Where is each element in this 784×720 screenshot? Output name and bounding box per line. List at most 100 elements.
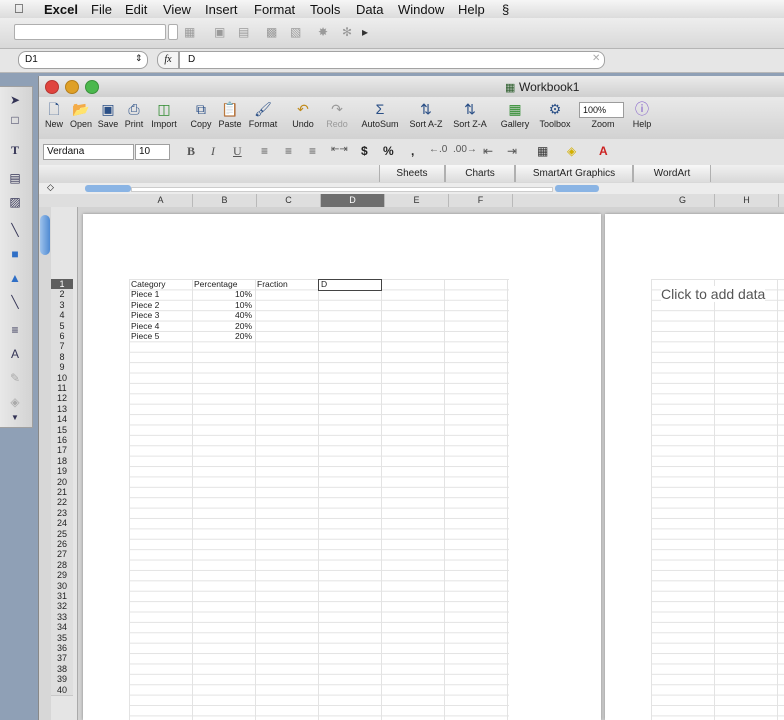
picture-icon[interactable]: ▨	[6, 195, 24, 209]
columns-icon[interactable]: ▧	[290, 25, 301, 39]
cell-d1[interactable]: D	[321, 279, 377, 289]
menu-view[interactable]: View	[163, 2, 191, 17]
grid-icon[interactable]: ▦	[184, 25, 195, 39]
font-name-dropdown[interactable]: Verdana	[43, 144, 134, 160]
shapes-tool-icon[interactable]: ▲	[6, 271, 24, 285]
border-icon[interactable]: ▣	[214, 25, 225, 39]
new-button[interactable]: 🗋 New	[41, 99, 67, 129]
help-button[interactable]: ⓘ Help	[629, 99, 655, 129]
app-menu[interactable]: Excel	[44, 2, 78, 17]
formula-input[interactable]: D ✕	[179, 51, 605, 69]
align-right-icon[interactable]: ≡	[309, 144, 316, 158]
fill-color-icon[interactable]: ◈	[567, 144, 576, 158]
more-arrow-icon[interactable]: ▸	[362, 25, 368, 39]
table-icon[interactable]: ▤	[238, 25, 249, 39]
toolbox-button[interactable]: ⚙ Toolbox	[535, 99, 575, 129]
increase-decimal-icon[interactable]: ←.0	[429, 144, 447, 155]
cell-b6[interactable]: 20%	[194, 331, 252, 341]
cell-b5[interactable]: 20%	[194, 321, 252, 331]
tab-smartart[interactable]: SmartArt Graphics	[515, 165, 633, 182]
gallery-button[interactable]: ▦ Gallery	[497, 99, 533, 129]
ruler-toggle-icon[interactable]: ◇	[47, 182, 54, 193]
cell-grid-page-2[interactable]	[651, 279, 784, 720]
ruler-margin-left[interactable]	[85, 185, 131, 192]
fill-tool-icon[interactable]: ◈	[6, 395, 24, 409]
click-to-add-data-placeholder[interactable]: Click to add data	[661, 286, 766, 302]
line-style-icon[interactable]: ≡	[6, 323, 24, 337]
cell-a4[interactable]: Piece 3	[131, 310, 191, 320]
bold-icon[interactable]: B	[187, 144, 195, 159]
zoom-dropdown[interactable]: 100%	[579, 102, 624, 118]
cell-b1[interactable]: Percentage	[194, 279, 254, 289]
cell-a3[interactable]: Piece 2	[131, 300, 191, 310]
font-color-icon[interactable]: A	[599, 144, 608, 158]
connector-tool-icon[interactable]: ╲	[6, 295, 24, 309]
font-size-dropdown[interactable]: 10	[135, 144, 170, 160]
sort-descending-button[interactable]: ⇅ Sort Z-A	[449, 99, 491, 129]
comma-style-icon[interactable]: ,	[411, 144, 414, 158]
clear-formula-icon[interactable]: ✕	[592, 53, 600, 64]
open-button[interactable]: 📂 Open	[67, 99, 95, 129]
column-header-d[interactable]: D	[321, 194, 385, 207]
tab-charts[interactable]: Charts	[445, 165, 515, 182]
style-dropdown[interactable]	[14, 24, 166, 40]
percent-icon[interactable]: %	[383, 144, 394, 158]
chevron-updown-icon[interactable]: ⇕	[135, 53, 143, 64]
increase-indent-icon[interactable]: ⇥	[507, 144, 517, 158]
column-header-e[interactable]: E	[385, 194, 449, 207]
pencil-tool-icon[interactable]: ✎	[6, 371, 24, 385]
format-painter-button[interactable]: 🖌 Format	[245, 99, 281, 129]
name-box[interactable]: D1 ⇕	[18, 51, 148, 69]
print-button[interactable]: ⎙ Print	[121, 99, 147, 129]
underline-icon[interactable]: U	[233, 144, 242, 159]
column-header-a[interactable]: A	[129, 194, 193, 207]
ruler-margin-right[interactable]	[555, 185, 599, 192]
text-box-icon[interactable]: T	[6, 143, 24, 157]
sort-ascending-button[interactable]: ⇅ Sort A-Z	[405, 99, 447, 129]
undo-button[interactable]: ↶ Undo	[287, 99, 319, 129]
menu-help[interactable]: Help	[458, 2, 485, 17]
column-header-b[interactable]: B	[193, 194, 257, 207]
cell-c1[interactable]: Fraction	[257, 279, 317, 289]
cell-a5[interactable]: Piece 4	[131, 321, 191, 331]
align-center-icon[interactable]: ≡	[285, 144, 292, 158]
column-header-c[interactable]: C	[257, 194, 321, 207]
tool-icon[interactable]: ✸	[318, 25, 328, 39]
menu-insert[interactable]: Insert	[205, 2, 238, 17]
merge-center-icon[interactable]: ⇤⇥	[331, 144, 348, 155]
menu-data[interactable]: Data	[356, 2, 383, 17]
cell-a2[interactable]: Piece 1	[131, 289, 191, 299]
italic-icon[interactable]: I	[211, 144, 215, 159]
cell-b2[interactable]: 10%	[194, 289, 252, 299]
tab-sheets[interactable]: Sheets	[379, 165, 445, 182]
vertical-scroll-thumb[interactable]	[40, 215, 50, 255]
cell-a1[interactable]: Category	[131, 279, 191, 289]
font-color-tool-icon[interactable]: A	[6, 347, 24, 361]
autosum-button[interactable]: Σ AutoSum	[359, 99, 401, 129]
vertical-scrollbar[interactable]	[39, 207, 51, 720]
cell-b3[interactable]: 10%	[194, 300, 252, 310]
merge-icon[interactable]: ▩	[266, 25, 277, 39]
line-tool-icon[interactable]: ╲	[6, 223, 24, 237]
script-menu-icon[interactable]: §	[502, 2, 509, 17]
currency-icon[interactable]: $	[361, 144, 368, 158]
cell-b4[interactable]: 40%	[194, 310, 252, 320]
tab-wordart[interactable]: WordArt	[633, 165, 711, 182]
vertical-text-icon[interactable]: ▤	[6, 171, 24, 185]
paste-button[interactable]: 📋 Paste	[215, 99, 245, 129]
cell-a6[interactable]: Piece 5	[131, 331, 191, 341]
link-icon[interactable]: ✻	[342, 25, 352, 39]
decrease-decimal-icon[interactable]: .00→	[453, 144, 477, 155]
apple-menu-icon[interactable]: 	[14, 1, 24, 16]
minimize-window-icon[interactable]	[65, 80, 79, 94]
menu-tools[interactable]: Tools	[310, 2, 340, 17]
copy-button[interactable]: ⧉ Copy	[187, 99, 215, 129]
menu-file[interactable]: File	[91, 2, 112, 17]
borders-icon[interactable]: ▦	[537, 144, 548, 158]
menu-window[interactable]: Window	[398, 2, 444, 17]
row-header-40[interactable]: 40	[51, 684, 73, 696]
column-header-f[interactable]: F	[449, 194, 513, 207]
menu-format[interactable]: Format	[254, 2, 295, 17]
close-window-icon[interactable]	[45, 80, 59, 94]
decrease-indent-icon[interactable]: ⇤	[483, 144, 493, 158]
